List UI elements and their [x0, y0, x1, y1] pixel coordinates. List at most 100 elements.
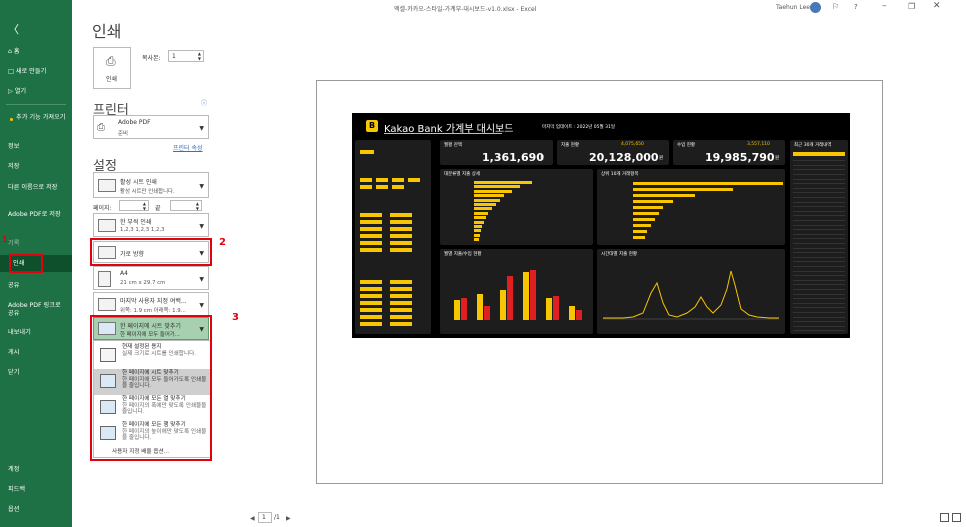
sidebar-item-print[interactable]: 인쇄 [13, 260, 73, 268]
prev-page-icon[interactable]: ◀ [250, 515, 255, 522]
thumb-bar [633, 206, 663, 209]
sidebar-item-account[interactable]: 계정 [8, 466, 68, 474]
sidebar-item-new[interactable]: □ 새로 만들기 [8, 68, 68, 76]
thumb-bar [474, 216, 486, 220]
thumb-bar [500, 290, 506, 320]
expense-prev: 4,075,650 [621, 142, 644, 147]
sidebar-item-home[interactable]: ⌂ 홈 [8, 48, 68, 56]
sidebar-item-save-as[interactable]: 다른 이름으로 저장 [8, 184, 68, 192]
spin-icon[interactable]: ▲ ▼ [198, 51, 201, 61]
thumb-bar [474, 238, 479, 242]
chevron-down-icon: ▼ [199, 275, 204, 283]
step-marker-3: 3 [232, 312, 239, 323]
thumb-bar [633, 212, 659, 215]
last-update: 마지막 업데이트 : 2022년 05월 31일 [542, 125, 615, 130]
thumb-row [793, 327, 845, 332]
thumb-bar [477, 294, 483, 320]
sidebar-item-history[interactable]: 기록 [8, 240, 68, 248]
info-icon[interactable]: ⓘ [201, 98, 207, 107]
sheet-icon [98, 179, 116, 192]
thumb-bar [633, 200, 673, 203]
thumb-bar [507, 276, 513, 320]
chevron-down-icon: ▼ [199, 124, 204, 132]
divider [6, 104, 66, 105]
sidebar-item-share[interactable]: 공유 [8, 282, 68, 290]
thumb-bar [461, 298, 467, 320]
monthly-panel: 월별 지출/수입 현황 [440, 249, 593, 334]
copies-label: 복사본: [142, 55, 161, 62]
page-title: 인쇄 [92, 22, 122, 41]
print-what-select[interactable]: 활성 시트 인쇄 활성 시트만 인쇄합니다. ▼ [93, 172, 209, 198]
sidebar-item-save-pdf[interactable]: Adobe PDF로 저장 [8, 211, 68, 219]
income-value: 19,985,790 [705, 151, 775, 164]
comment-icon[interactable]: ⚐ [832, 2, 839, 11]
page-from-input[interactable]: ▲ ▼ [119, 200, 149, 211]
page-number-input[interactable]: 1 [258, 512, 272, 523]
step-marker-1: 1 [2, 235, 8, 244]
highlight-box [90, 315, 212, 461]
restore-button[interactable]: ❐ [908, 2, 915, 11]
thumb-bar [474, 211, 488, 215]
collate-icon [98, 219, 116, 232]
thumb-bar [474, 181, 532, 184]
avatar[interactable] [810, 2, 821, 13]
thumb-bar [576, 310, 582, 320]
thumb-bar [633, 218, 655, 221]
help-icon[interactable]: ? [854, 3, 858, 11]
page-total: /1 [274, 514, 280, 521]
copies-stepper[interactable]: 1 ▲ ▼ [168, 50, 204, 62]
back-arrow-icon[interactable]: 〈 [8, 21, 19, 37]
next-page-icon[interactable]: ▶ [286, 515, 291, 522]
sidebar-item-save[interactable]: 저장 [8, 163, 68, 171]
printer-properties-link[interactable]: 프린터 속성 [173, 143, 203, 152]
thumb-bar [633, 182, 783, 185]
sidebar-item-share-pdf[interactable]: Adobe PDF 링크로 공유 [8, 302, 68, 318]
expense-value: 20,128,000 [589, 151, 659, 164]
sidebar-item-get-addins[interactable]: 추가 기능 가져오기 [8, 114, 68, 122]
kakao-logo: B [366, 120, 378, 132]
zoom-to-page-icon[interactable] [952, 513, 961, 522]
hourly-line-chart [603, 270, 779, 320]
hourly-panel: 시간대별 지출 현황 [597, 249, 785, 334]
sidebar-item-options[interactable]: 옵션 [8, 506, 68, 514]
printer-icon: ⎙ [106, 54, 116, 68]
home-icon: ⌂ [8, 48, 12, 55]
sidebar-item-export[interactable]: 내보내기 [8, 329, 68, 337]
thumb-bar [474, 229, 481, 233]
income-card: 수입 현황 3,557,110 19,985,790 원 [673, 140, 785, 165]
sidebar-item-open[interactable]: ▷ 열기 [8, 88, 68, 96]
folder-icon: ▷ [8, 88, 13, 95]
chevron-down-icon: ▼ [199, 182, 204, 190]
chevron-down-icon: ▼ [199, 222, 204, 230]
printer-select[interactable]: ⎙ Adobe PDF 준비 ▼ [93, 115, 209, 139]
thumb-bar [546, 298, 552, 320]
recent-transactions-panel: 최근 30개 거래내역 [790, 140, 848, 334]
new-file-icon: □ [8, 68, 14, 75]
sidebar-item-publish[interactable]: 게시 [8, 349, 68, 357]
minimize-button[interactable]: – [882, 1, 887, 11]
thumb-bar [474, 189, 512, 193]
income-prev: 3,557,110 [747, 142, 770, 147]
page-to-input[interactable]: ▲ ▼ [170, 200, 202, 211]
thumb-bar [454, 300, 460, 320]
category-expense-panel: 대분류별 지출 상세 [440, 169, 593, 245]
collate-select[interactable]: 한 부씩 인쇄 1,2,3 1,2,3 1,2,3 ▼ [93, 213, 209, 237]
sidebar-item-feedback[interactable]: 피드백 [8, 486, 68, 494]
print-button[interactable]: ⎙ 인쇄 [93, 47, 131, 89]
print-preview-page: B Kakao Bank 가계부 대시보드 마지막 업데이트 : 2022년 0… [316, 80, 883, 484]
thumb-bar [633, 188, 733, 191]
paper-icon [98, 271, 111, 287]
show-margins-icon[interactable] [940, 513, 949, 522]
top10-panel: 상위 10개 거래항목 [597, 169, 785, 245]
close-button[interactable]: ✕ [933, 1, 941, 11]
sidebar-item-info[interactable]: 정보 [8, 143, 68, 151]
balance-value: 1,361,690 [482, 151, 544, 164]
printer-icon: ⎙ [97, 122, 105, 133]
thumb-bar [633, 236, 645, 239]
thumb-bar [553, 296, 559, 320]
paper-size-select[interactable]: A4 21 cm x 29.7 cm ▼ [93, 266, 209, 290]
margins-select[interactable]: 마지막 사용자 지정 여백... 위쪽: 1.9 cm 아래쪽: 1.9... … [93, 292, 209, 316]
sidebar-item-close[interactable]: 닫기 [8, 369, 68, 377]
expense-card: 지출 현황 4,075,650 20,128,000 원 [557, 140, 669, 165]
user-name[interactable]: Taehun Lee [776, 4, 810, 11]
